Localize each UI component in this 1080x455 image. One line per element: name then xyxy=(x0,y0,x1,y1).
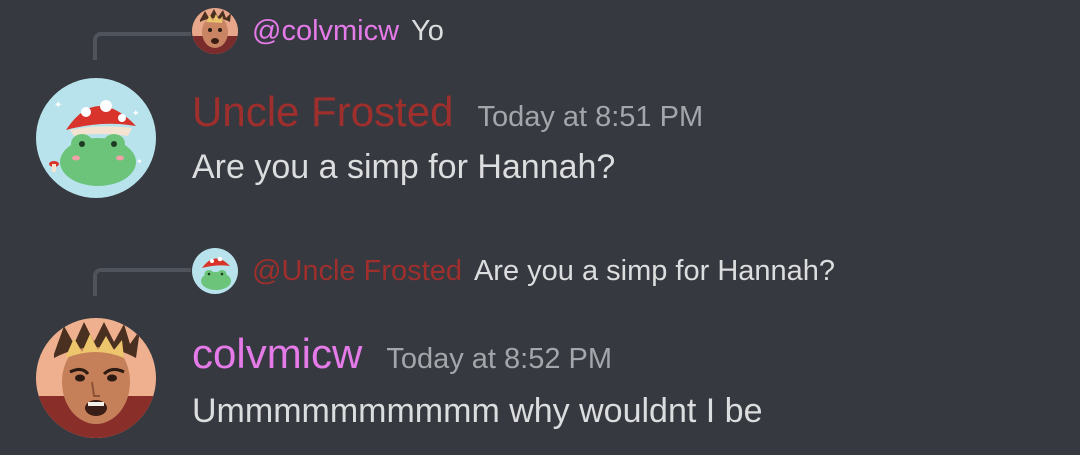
message-content: Ummmmmmmmmm why wouldnt I be xyxy=(192,392,763,430)
reply-text[interactable]: Are you a simp for Hannah? xyxy=(474,255,835,288)
reply-preview[interactable]: @Uncle Frosted Are you a simp for Hannah… xyxy=(192,248,835,294)
uncle-frosted-mini-avatar[interactable] xyxy=(192,248,238,294)
reply-spine xyxy=(93,268,191,296)
timestamp[interactable]: Today at 8:52 PM xyxy=(386,343,612,376)
username[interactable]: colvmicw xyxy=(192,330,362,378)
message-header: colvmicw Today at 8:52 PM xyxy=(192,330,612,378)
message-2: @Uncle Frosted Are you a simp for Hannah… xyxy=(0,0,1080,455)
colvmicw-avatar[interactable] xyxy=(36,318,156,438)
reply-mention[interactable]: @Uncle Frosted xyxy=(252,255,462,288)
